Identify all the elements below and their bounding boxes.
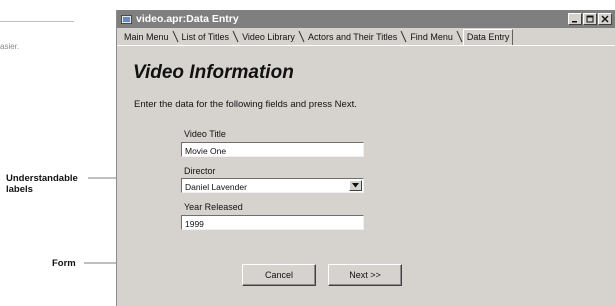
close-icon (601, 15, 609, 23)
cancel-button[interactable]: Cancel (242, 264, 316, 286)
form-instructions: Enter the data for the following fields … (134, 99, 357, 110)
page-title: Video Information (133, 62, 294, 83)
close-button[interactable] (598, 13, 612, 25)
director-select[interactable]: Daniel Lavender (181, 178, 364, 193)
next-button[interactable]: Next >> (328, 264, 402, 286)
tab-divider (172, 30, 178, 43)
tab-find-menu[interactable]: Find Menu (407, 32, 456, 45)
window-title: video.apr:Data Entry (136, 13, 239, 25)
tab-divider (298, 30, 305, 43)
tab-actors-and-their-titles[interactable]: Actors and Their Titles (305, 32, 400, 45)
title-bar[interactable]: video.apr:Data Entry (117, 10, 615, 28)
margin-text-fragment: asier. (0, 42, 20, 51)
margin-rule (0, 21, 74, 22)
minimize-icon (572, 21, 577, 23)
window-app-icon (120, 13, 132, 25)
minimize-button[interactable] (568, 13, 582, 25)
callout-form: Form (52, 258, 76, 269)
year-released-field[interactable]: 1999 (181, 215, 364, 230)
director-selected-value: Daniel Lavender (185, 182, 247, 192)
director-label: Director (184, 166, 216, 176)
callout-understandable-labels: Understandable labels (6, 173, 78, 195)
maximize-icon (586, 15, 594, 23)
chevron-down-icon (352, 183, 359, 188)
form-area: Video Information Enter the data for the… (117, 46, 615, 306)
tab-divider (232, 30, 239, 43)
tab-strip: Main Menu List of Titles Video Library A… (117, 28, 615, 46)
director-dropdown-button[interactable] (349, 180, 362, 191)
tab-data-entry[interactable]: Data Entry (462, 29, 514, 45)
video-title-label: Video Title (184, 129, 226, 139)
maximize-button[interactable] (583, 13, 597, 25)
year-released-label: Year Released (184, 202, 243, 212)
tab-divider (456, 30, 463, 43)
tab-list-of-titles[interactable]: List of Titles (179, 32, 233, 45)
data-entry-window: video.apr:Data Entry Main Menu List of T… (116, 10, 615, 306)
tab-divider (400, 30, 407, 43)
tab-main-menu[interactable]: Main Menu (121, 32, 172, 45)
video-title-field[interactable]: Movie One (181, 142, 364, 157)
tab-video-library[interactable]: Video Library (239, 32, 298, 45)
